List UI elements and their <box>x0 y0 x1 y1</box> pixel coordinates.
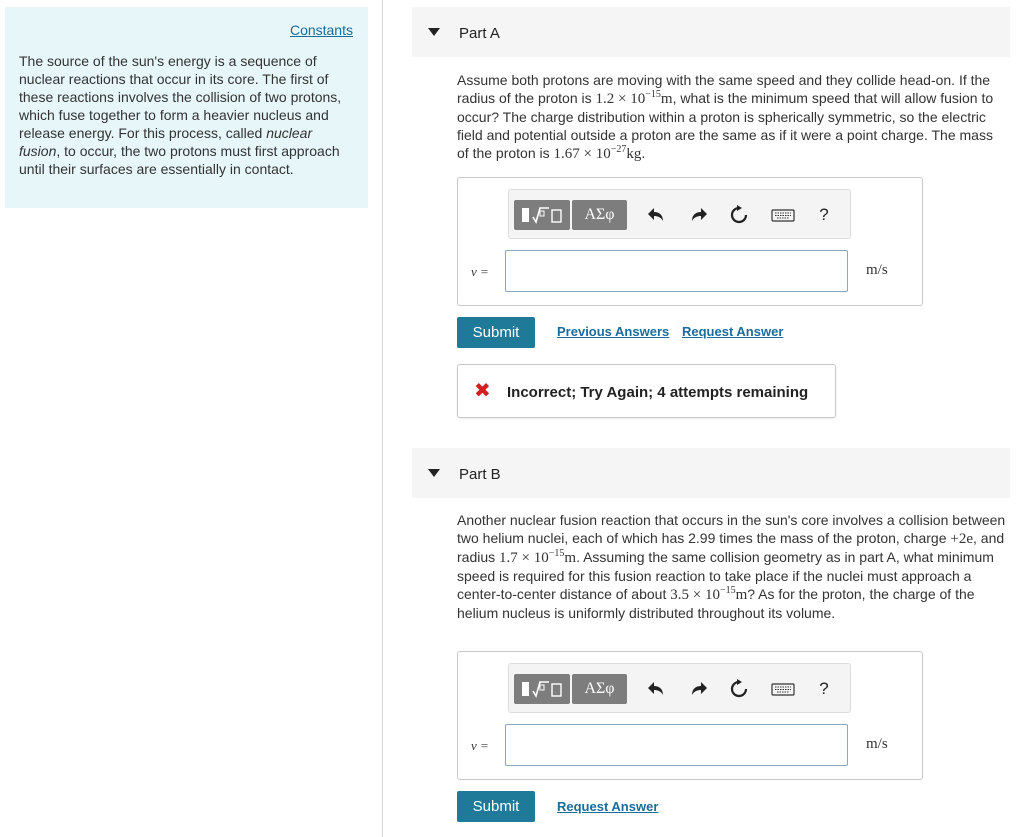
templates-icon <box>522 681 562 698</box>
help-button[interactable]: ? <box>813 204 835 226</box>
part-a-answer-box: ΑΣφ ? v = m/s <box>457 177 923 306</box>
reset-icon[interactable] <box>728 204 750 226</box>
greek-symbols-button[interactable]: ΑΣφ <box>572 674 627 704</box>
part-b-submit-button[interactable]: Submit <box>457 791 535 822</box>
part-b-radius-exp: −15 <box>548 548 565 559</box>
redo-icon[interactable] <box>687 204 709 226</box>
part-b-charge: +2e <box>950 531 974 547</box>
part-b-title: Part B <box>459 466 501 483</box>
feedback-box: ✖ Incorrect; Try Again; 4 attempts remai… <box>457 364 836 418</box>
part-b-distance-exp: −15 <box>719 585 736 596</box>
part-b-answer-input[interactable] <box>505 724 848 766</box>
part-a-mass-exp: −27 <box>610 144 627 155</box>
part-a-request-answer-link[interactable]: Request Answer <box>682 324 783 339</box>
intro-suffix: , to occur, the two protons must first a… <box>19 143 340 177</box>
part-a-mass-unit: kg <box>626 146 642 162</box>
part-b-q-text: Another nuclear fusion reaction that occ… <box>457 512 1006 546</box>
undo-icon[interactable] <box>646 678 668 700</box>
part-a-radius-base: 1.2 × 10 <box>595 91 646 107</box>
part-a-title: Part A <box>459 25 500 42</box>
part-a-radius-exp: −15 <box>645 89 661 100</box>
part-a-radius: 1.2 × 10−15m <box>595 89 673 108</box>
undo-icon[interactable] <box>646 204 668 226</box>
greek-symbols-button[interactable]: ΑΣφ <box>572 200 627 230</box>
part-b-header[interactable]: Part B <box>412 448 1010 498</box>
part-a-radius-unit: m <box>660 91 673 107</box>
constants-link[interactable]: Constants <box>290 22 353 38</box>
reset-icon[interactable] <box>728 678 750 700</box>
collapse-triangle-icon[interactable] <box>428 28 440 36</box>
part-b-radius: 1.7 × 10−15m <box>499 548 577 567</box>
templates-button[interactable] <box>514 674 570 704</box>
part-b-distance-unit: m <box>735 587 748 603</box>
help-button[interactable]: ? <box>813 678 835 700</box>
keyboard-icon[interactable] <box>771 204 795 226</box>
panel-divider <box>382 0 383 837</box>
part-a-header[interactable]: Part A <box>412 7 1010 57</box>
incorrect-icon: ✖ <box>474 380 491 402</box>
part-b-distance: 3.5 × 10−15m <box>670 585 748 604</box>
part-b-question: Another nuclear fusion reaction that occ… <box>457 511 1009 622</box>
part-a-submit-button[interactable]: Submit <box>457 317 535 348</box>
feedback-message: Incorrect; Try Again; 4 attempts remaini… <box>507 384 809 401</box>
variable-label: v = <box>471 738 489 753</box>
keyboard-icon[interactable] <box>771 678 795 700</box>
unit-label: m/s <box>866 736 888 752</box>
part-a-question: Assume both protons are moving with the … <box>457 71 1002 163</box>
templates-button[interactable] <box>514 200 570 230</box>
part-a-mass-base: 1.67 × 10 <box>553 146 611 162</box>
part-b-radius-base: 1.7 × 10 <box>499 550 549 566</box>
redo-icon[interactable] <box>687 678 709 700</box>
unit-label: m/s <box>866 262 888 278</box>
part-b-distance-base: 3.5 × 10 <box>670 587 720 603</box>
part-b-answer-box: ΑΣφ ? v = m/s <box>457 651 923 780</box>
previous-answers-link[interactable]: Previous Answers <box>557 324 669 339</box>
templates-icon <box>522 207 562 224</box>
variable-label: v = <box>471 264 489 279</box>
part-a-mass: 1.67 × 10−27kg <box>553 144 642 163</box>
part-a-answer-input[interactable] <box>505 250 848 292</box>
math-toolbar: ΑΣφ ? <box>508 189 851 239</box>
intro-text: The source of the sun's energy is a sequ… <box>19 52 354 178</box>
part-b-request-answer-link[interactable]: Request Answer <box>557 799 658 814</box>
part-a-q-text: . <box>641 145 646 161</box>
constants-panel: Constants The source of the sun's energy… <box>5 7 368 208</box>
collapse-triangle-icon[interactable] <box>428 469 440 477</box>
math-toolbar: ΑΣφ ? <box>508 663 851 713</box>
part-b-radius-unit: m <box>564 550 577 566</box>
